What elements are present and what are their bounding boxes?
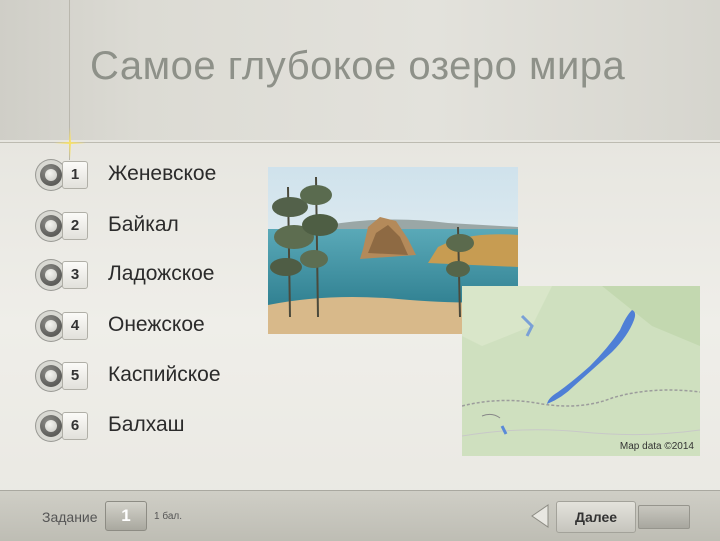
option-label[interactable]: Байкал [108, 213, 179, 237]
decorative-horizontal-line [0, 142, 720, 143]
task-label: Задание [42, 509, 98, 525]
map-attribution: Map data ©2014 [619, 441, 694, 452]
option-label[interactable]: Ладожское [108, 262, 215, 286]
radio-dot-icon [45, 169, 57, 181]
page-title: Самое глубокое озеро мира [90, 44, 626, 88]
option-label[interactable]: Онежское [108, 313, 205, 337]
option-number: 1 [62, 161, 88, 189]
option-label[interactable]: Женевское [108, 162, 216, 186]
map-image: Map data ©2014 [462, 286, 700, 456]
option-label[interactable]: Балхаш [108, 413, 185, 437]
option-number: 5 [62, 362, 88, 390]
option-number: 3 [62, 261, 88, 289]
finish-button[interactable] [638, 505, 690, 529]
sparkle-icon [54, 127, 86, 159]
option-label[interactable]: Каспийское [108, 363, 221, 387]
option-number: 2 [62, 212, 88, 240]
radio-dot-icon [45, 220, 57, 232]
radio-dot-icon [45, 320, 57, 332]
answer-option-1[interactable]: 1 Женевское [36, 157, 276, 193]
answer-option-2[interactable]: 2 Байкал [36, 208, 276, 244]
radio-dot-icon [45, 269, 57, 281]
answer-option-5[interactable]: 5 Каспийское [36, 358, 276, 394]
task-number: 1 [105, 501, 147, 531]
answer-option-3[interactable]: 3 Ладожское [36, 257, 276, 293]
radio-dot-icon [45, 370, 57, 382]
next-button[interactable]: Далее [556, 501, 636, 533]
option-number: 4 [62, 312, 88, 340]
back-arrow-icon[interactable] [528, 503, 552, 529]
footer-bar: Задание 1 1 бал. Далее [0, 490, 720, 541]
option-number: 6 [62, 412, 88, 440]
answer-option-4[interactable]: 4 Онежское [36, 308, 276, 344]
answer-option-6[interactable]: 6 Балхаш [36, 408, 276, 444]
radio-dot-icon [45, 420, 57, 432]
score-label: 1 бал. [154, 511, 183, 522]
